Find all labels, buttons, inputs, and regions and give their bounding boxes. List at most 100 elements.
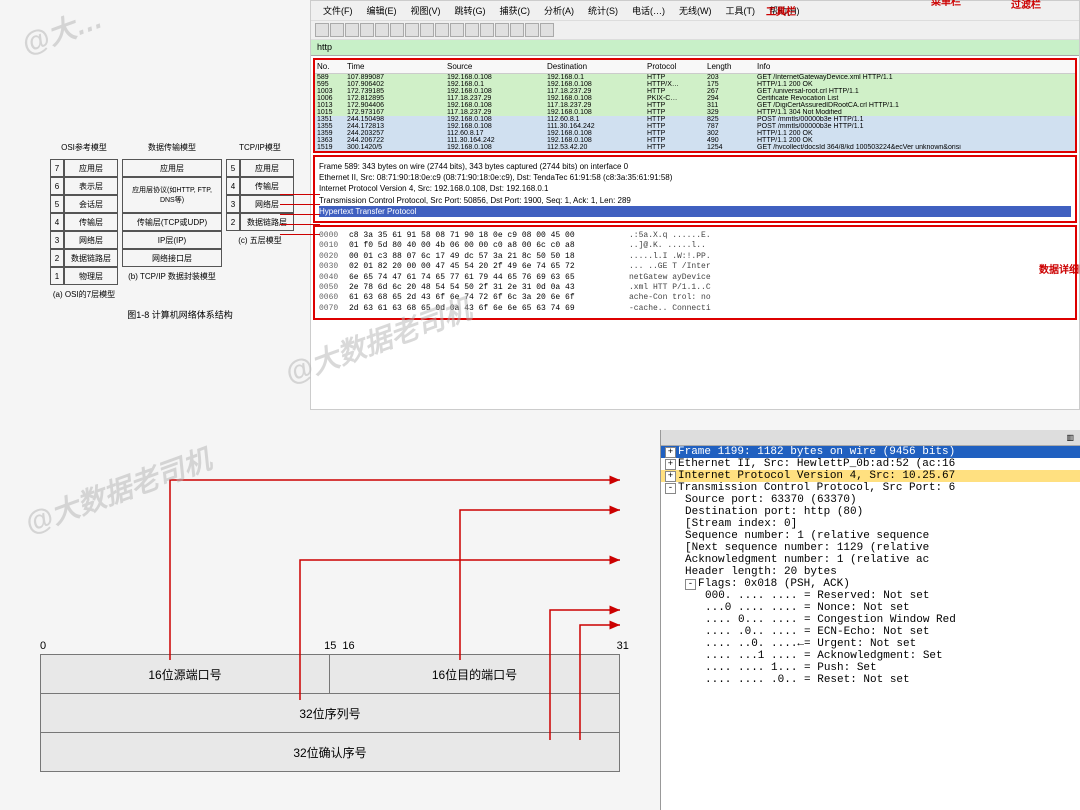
h-scrollbar[interactable]: ▥: [661, 430, 1080, 446]
hex-row[interactable]: 002000 01 c3 88 07 6c 17 49 dc 57 3a 21 …: [319, 252, 1071, 262]
toolbar-icon[interactable]: [495, 23, 509, 37]
toolbar-icon[interactable]: [420, 23, 434, 37]
tree-tcp[interactable]: -Transmission Control Protocol, Src Port…: [661, 482, 1080, 494]
packet-cell: 294: [705, 95, 755, 102]
tcp-flag[interactable]: .... 0... .... = Congestion Window Red: [661, 614, 1080, 626]
expand-icon[interactable]: +: [665, 471, 676, 482]
menu-capture[interactable]: 捕获(C): [494, 3, 537, 18]
packet-row[interactable]: 1351244.150498192.168.0.108112.60.8.1HTT…: [315, 116, 1075, 123]
tcp-field[interactable]: [Next sequence number: 1129 (relative: [661, 542, 1080, 554]
packet-cell: HTTP: [645, 74, 705, 81]
tcp-field[interactable]: Header length: 20 bytes: [661, 566, 1080, 578]
expand-icon[interactable]: +: [665, 447, 676, 458]
toolbar-icon[interactable]: [450, 23, 464, 37]
hex-row[interactable]: 00502e 78 6d 6c 20 48 54 54 50 2f 31 2e …: [319, 283, 1071, 293]
toolbar-icon[interactable]: [375, 23, 389, 37]
toolbar-icon[interactable]: [405, 23, 419, 37]
tcp-field[interactable]: Destination port: http (80): [661, 506, 1080, 518]
menu-tools[interactable]: 工具(T): [720, 3, 762, 18]
hex-row[interactable]: 001001 f0 5d 80 40 00 4b 06 00 00 c0 a8 …: [319, 241, 1071, 251]
col-info[interactable]: Info: [755, 61, 1075, 72]
col-dest[interactable]: Destination: [545, 61, 645, 72]
detail-line[interactable]: Ethernet II, Src: 08:71:90:18:0e:c9 (08:…: [319, 172, 1071, 183]
detail-line[interactable]: Hypertext Transfer Protocol: [319, 206, 1071, 217]
col-proto[interactable]: Protocol: [645, 61, 705, 72]
hex-row[interactable]: 00702d 63 61 63 68 65 0d 0a 43 6f 6e 6e …: [319, 304, 1071, 314]
toolbar-icon[interactable]: [315, 23, 329, 37]
detail-line[interactable]: Transmission Control Protocol, Src Port:…: [319, 195, 1071, 206]
hex-row[interactable]: 003002 01 82 20 00 00 47 45 54 20 2f 49 …: [319, 262, 1071, 272]
packet-row[interactable]: 1519300.1420/5192.168.0.108112.53.42.20H…: [315, 144, 1075, 151]
tree-eth[interactable]: +Ethernet II, Src: HewlettP_0b:ad:52 (ac…: [661, 458, 1080, 470]
toolbar-icon[interactable]: [510, 23, 524, 37]
tcp-flag[interactable]: ...0 .... .... = Nonce: Not set: [661, 602, 1080, 614]
tcp-field[interactable]: Acknowledgment number: 1 (relative ac: [661, 554, 1080, 566]
toolbar-icon[interactable]: [345, 23, 359, 37]
layer-box: 数据链路层: [64, 249, 118, 267]
toolbar-icon[interactable]: [390, 23, 404, 37]
menu-wireless[interactable]: 无线(W): [673, 3, 718, 18]
toolbar-icon[interactable]: [330, 23, 344, 37]
col-len[interactable]: Length: [705, 61, 755, 72]
menu-file[interactable]: 文件(F): [317, 3, 359, 18]
packet-row[interactable]: 1359244.203257112.60.8.17192.168.0.108HT…: [315, 130, 1075, 137]
packet-row[interactable]: 1363244.206722111.30.164.242192.168.0.10…: [315, 137, 1075, 144]
packet-cell: 1003: [315, 88, 345, 95]
col-no[interactable]: No.: [315, 61, 345, 72]
toolbar-icon[interactable]: [525, 23, 539, 37]
menu-edit[interactable]: 编辑(E): [361, 3, 403, 18]
collapse-icon[interactable]: -: [685, 579, 696, 590]
tcp-ack: 32位确认序号: [41, 733, 619, 771]
packet-cell: HTTP/X…: [645, 81, 705, 88]
packet-cell: 192.168.0.108: [445, 74, 545, 81]
menu-view[interactable]: 视图(V): [405, 3, 447, 18]
packet-cell: HTTP/1.1 304 Not Modified: [755, 109, 1075, 116]
tcp-flag[interactable]: 000. .... .... = Reserved: Not set: [661, 590, 1080, 602]
tree-ip[interactable]: +Internet Protocol Version 4, Src: 10.25…: [661, 470, 1080, 482]
menu-tel[interactable]: 电话(…): [626, 3, 671, 18]
col-time[interactable]: Time: [345, 61, 445, 72]
detail-line[interactable]: Internet Protocol Version 4, Src: 192.16…: [319, 183, 1071, 194]
packet-cell: 192.168.0.108: [445, 144, 545, 151]
packet-row[interactable]: 589107.899087192.168.0.108192.168.0.1HTT…: [315, 74, 1075, 81]
packet-list-pane: No. Time Source Destination Protocol Len…: [313, 58, 1077, 153]
tcp-flag[interactable]: .... .... .0.. = Reset: Not set: [661, 674, 1080, 686]
label-menubar: 菜单栏: [931, 0, 961, 8]
tcp-flag[interactable]: .... ...1 .... = Acknowledgment: Set: [661, 650, 1080, 662]
packet-row[interactable]: 1013172.904406192.168.0.108117.18.237.29…: [315, 102, 1075, 109]
tree-frame[interactable]: +Frame 1199: 1182 bytes on wire (9456 bi…: [661, 446, 1080, 458]
tcp-flag[interactable]: .... ..0. ....←= Urgent: Not set: [661, 638, 1080, 650]
menu-analyze[interactable]: 分析(A): [538, 3, 580, 18]
toolbar-icon[interactable]: [435, 23, 449, 37]
packet-cell: 244.206722: [345, 137, 445, 144]
collapse-icon[interactable]: -: [665, 483, 676, 494]
tree-flags[interactable]: -Flags: 0x018 (PSH, ACK): [661, 578, 1080, 590]
hex-row[interactable]: 0000c8 3a 35 61 91 58 08 71 90 18 0e c9 …: [319, 231, 1071, 241]
menu-stat[interactable]: 统计(S): [582, 3, 624, 18]
tcp-flag[interactable]: .... .... 1... = Push: Set: [661, 662, 1080, 674]
tcp-field[interactable]: Source port: 63370 (63370): [661, 494, 1080, 506]
scroll-thumb-icon[interactable]: ▥: [1066, 433, 1074, 443]
detail-line[interactable]: Frame 589: 343 bytes on wire (2744 bits)…: [319, 161, 1071, 172]
packet-row[interactable]: 1003172.739185192.168.0.108117.18.237.29…: [315, 88, 1075, 95]
toolbar-icon[interactable]: [540, 23, 554, 37]
toolbar-icon[interactable]: [360, 23, 374, 37]
packet-cell: 172.739185: [345, 88, 445, 95]
toolbar-icon[interactable]: [480, 23, 494, 37]
hex-row[interactable]: 006061 63 68 65 2d 43 6f 6e 74 72 6f 6c …: [319, 293, 1071, 303]
tcp-field[interactable]: [Stream index: 0]: [661, 518, 1080, 530]
tcp-flag[interactable]: .... .0.. .... = ECN-Echo: Not set: [661, 626, 1080, 638]
layer-num: 4: [226, 177, 240, 195]
expand-icon[interactable]: +: [665, 459, 676, 470]
tcp-field[interactable]: Sequence number: 1 (relative sequence: [661, 530, 1080, 542]
hex-row[interactable]: 00406e 65 74 47 61 74 65 77 61 79 44 65 …: [319, 273, 1071, 283]
col-source[interactable]: Source: [445, 61, 545, 72]
packet-row[interactable]: 1355244.172813192.168.0.108111.30.164.24…: [315, 123, 1075, 130]
packet-row[interactable]: 595107.906402192.168.0.1192.168.0.108HTT…: [315, 81, 1075, 88]
packet-row[interactable]: 1015172.973167117.18.237.29192.168.0.108…: [315, 109, 1075, 116]
packet-row[interactable]: 1006172.812895117.18.237.29192.168.0.108…: [315, 95, 1075, 102]
toolbar-icon[interactable]: [465, 23, 479, 37]
filter-bar[interactable]: http: [311, 40, 1079, 56]
packet-cell: 112.53.42.20: [545, 144, 645, 151]
menu-go[interactable]: 跳转(G): [449, 3, 492, 18]
